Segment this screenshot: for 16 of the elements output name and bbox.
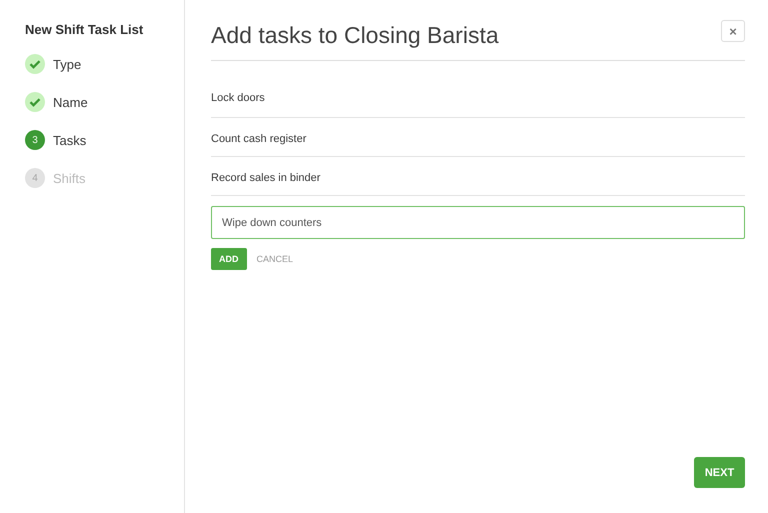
task-item: Lock doors xyxy=(211,92,265,104)
add-button[interactable]: ADD xyxy=(211,248,246,270)
task-input-field[interactable]: Wipe down counters xyxy=(211,206,745,239)
next-button[interactable]: NEXT xyxy=(694,457,745,488)
step-label: Shifts xyxy=(53,170,86,186)
step-number: 3 xyxy=(25,130,45,150)
page-title: Add tasks to Closing Barista xyxy=(211,21,499,50)
close-button[interactable]: × xyxy=(721,20,745,42)
step-number: 4 xyxy=(25,168,45,188)
step-label: Tasks xyxy=(53,132,86,148)
task-item: Record sales in binder xyxy=(211,172,320,184)
step-label: Name xyxy=(53,94,88,110)
cancel-button[interactable]: CANCEL xyxy=(256,254,294,264)
task-item: Count cash register xyxy=(211,133,306,145)
sidebar-title: New Shift Task List xyxy=(25,22,144,37)
step-label: Type xyxy=(53,56,82,72)
